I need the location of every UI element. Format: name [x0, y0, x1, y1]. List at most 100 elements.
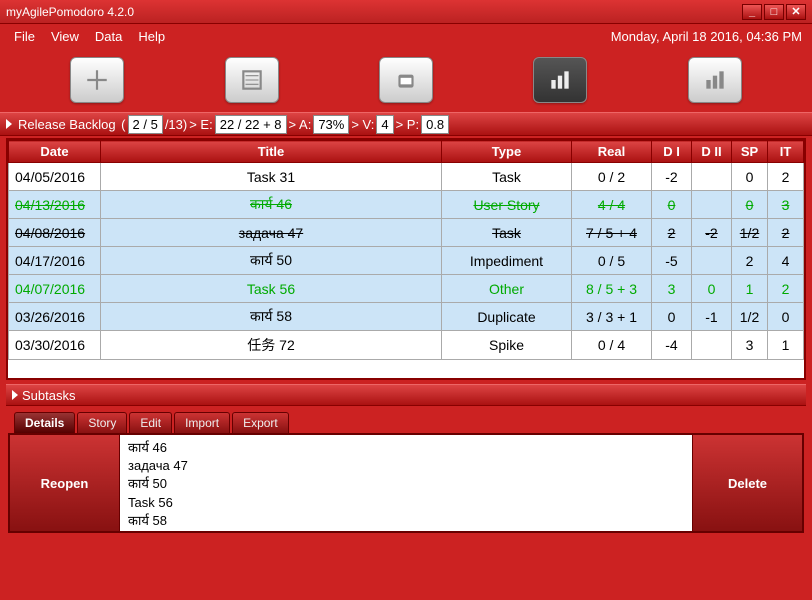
cell-real[interactable]: 0 / 2 [572, 163, 652, 191]
menu-help[interactable]: Help [130, 27, 173, 46]
tab-export[interactable]: Export [232, 412, 289, 433]
cell-date[interactable]: 03/26/2016 [9, 303, 101, 331]
col-sp[interactable]: SP [732, 141, 768, 163]
cell-d2[interactable] [692, 191, 732, 219]
cell-it[interactable]: 3 [768, 191, 804, 219]
tab-details[interactable]: Details [14, 412, 75, 433]
table-row[interactable]: 04/05/2016Task 31Task0 / 2-2 02 [9, 163, 804, 191]
menu-view[interactable]: View [43, 27, 87, 46]
reopen-button[interactable]: Reopen [10, 435, 120, 531]
col-d1[interactable]: D I [652, 141, 692, 163]
subtasks-header[interactable]: Subtasks [6, 384, 806, 406]
cell-it[interactable]: 0 [768, 303, 804, 331]
cell-type[interactable]: User Story [442, 191, 572, 219]
cell-date[interactable]: 04/13/2016 [9, 191, 101, 219]
col-d2[interactable]: D II [692, 141, 732, 163]
task-table[interactable]: Date Title Type Real D I D II SP IT 04/0… [8, 140, 804, 360]
col-real[interactable]: Real [572, 141, 652, 163]
cell-type[interactable]: Task [442, 219, 572, 247]
cell-date[interactable]: 04/07/2016 [9, 275, 101, 303]
list-item[interactable]: Task 56 [128, 494, 684, 512]
cell-d2[interactable]: -2 [692, 219, 732, 247]
cell-real[interactable]: 4 / 4 [572, 191, 652, 219]
cell-date[interactable]: 04/08/2016 [9, 219, 101, 247]
cell-type[interactable]: Spike [442, 331, 572, 360]
cell-date[interactable]: 03/30/2016 [9, 331, 101, 360]
timer-button[interactable] [379, 57, 433, 103]
chart-button[interactable] [533, 57, 587, 103]
cell-sp[interactable]: 1 [732, 275, 768, 303]
cell-it[interactable]: 2 [768, 163, 804, 191]
cell-real[interactable]: 0 / 4 [572, 331, 652, 360]
cell-it[interactable]: 2 [768, 275, 804, 303]
delete-button[interactable]: Delete [692, 435, 802, 531]
add-button[interactable] [70, 57, 124, 103]
cell-d1[interactable]: 2 [652, 219, 692, 247]
cell-real[interactable]: 8 / 5 + 3 [572, 275, 652, 303]
cell-title[interactable]: कार्य 46 [101, 191, 442, 219]
cell-sp[interactable]: 0 [732, 191, 768, 219]
cell-date[interactable]: 04/17/2016 [9, 247, 101, 275]
cell-title[interactable]: कार्य 58 [101, 303, 442, 331]
cell-title[interactable]: Task 56 [101, 275, 442, 303]
cell-d2[interactable] [692, 331, 732, 360]
table-row[interactable]: 04/17/2016कार्य 50Impediment0 / 5-5 24 [9, 247, 804, 275]
col-type[interactable]: Type [442, 141, 572, 163]
cell-sp[interactable]: 1/2 [732, 303, 768, 331]
minimize-button[interactable]: _ [742, 4, 762, 20]
list-item[interactable]: задача 47 [128, 457, 684, 475]
cell-it[interactable]: 2 [768, 219, 804, 247]
cell-it[interactable]: 4 [768, 247, 804, 275]
table-row[interactable]: 04/13/2016कार्य 46User Story4 / 4003 [9, 191, 804, 219]
table-row[interactable]: 03/30/2016任务 72Spike0 / 4-4 31 [9, 331, 804, 360]
maximize-button[interactable]: □ [764, 4, 784, 20]
cell-title[interactable]: задача 47 [101, 219, 442, 247]
cell-sp[interactable]: 2 [732, 247, 768, 275]
tab-import[interactable]: Import [174, 412, 230, 433]
cell-title[interactable]: 任务 72 [101, 331, 442, 360]
cell-d1[interactable]: -2 [652, 163, 692, 191]
cell-type[interactable]: Duplicate [442, 303, 572, 331]
tab-edit[interactable]: Edit [129, 412, 172, 433]
cell-real[interactable]: 0 / 5 [572, 247, 652, 275]
menu-file[interactable]: File [6, 27, 43, 46]
cell-title[interactable]: Task 31 [101, 163, 442, 191]
list-item[interactable]: कार्य 46 [128, 439, 684, 457]
report-button[interactable] [688, 57, 742, 103]
list-button[interactable] [225, 57, 279, 103]
list-item[interactable]: कार्य 50 [128, 475, 684, 493]
col-title[interactable]: Title [101, 141, 442, 163]
selection-list[interactable]: कार्य 46задача 47कार्य 50Task 56कार्य 58 [120, 435, 692, 531]
cell-d1[interactable]: 0 [652, 191, 692, 219]
cell-sp[interactable]: 0 [732, 163, 768, 191]
cell-d2[interactable]: -1 [692, 303, 732, 331]
cell-d1[interactable]: 3 [652, 275, 692, 303]
col-date[interactable]: Date [9, 141, 101, 163]
cell-d2[interactable]: 0 [692, 275, 732, 303]
table-row[interactable]: 04/07/2016Task 56Other8 / 5 + 33012 [9, 275, 804, 303]
close-button[interactable]: ✕ [786, 4, 806, 20]
cell-it[interactable]: 1 [768, 331, 804, 360]
expand-icon[interactable] [6, 119, 12, 129]
col-it[interactable]: IT [768, 141, 804, 163]
cell-real[interactable]: 3 / 3 + 1 [572, 303, 652, 331]
cell-d1[interactable]: 0 [652, 303, 692, 331]
list-item[interactable]: कार्य 58 [128, 512, 684, 530]
cell-real[interactable]: 7 / 5 + 4 [572, 219, 652, 247]
cell-sp[interactable]: 1/2 [732, 219, 768, 247]
p-value: 0.8 [421, 115, 449, 134]
cell-type[interactable]: Task [442, 163, 572, 191]
menu-data[interactable]: Data [87, 27, 130, 46]
cell-type[interactable]: Impediment [442, 247, 572, 275]
cell-d2[interactable] [692, 163, 732, 191]
cell-date[interactable]: 04/05/2016 [9, 163, 101, 191]
cell-d2[interactable] [692, 247, 732, 275]
table-row[interactable]: 04/08/2016задача 47Task7 / 5 + 42-21/22 [9, 219, 804, 247]
tab-story[interactable]: Story [77, 412, 127, 433]
cell-d1[interactable]: -4 [652, 331, 692, 360]
cell-title[interactable]: कार्य 50 [101, 247, 442, 275]
cell-d1[interactable]: -5 [652, 247, 692, 275]
cell-type[interactable]: Other [442, 275, 572, 303]
table-row[interactable]: 03/26/2016कार्य 58Duplicate3 / 3 + 10-11… [9, 303, 804, 331]
cell-sp[interactable]: 3 [732, 331, 768, 360]
